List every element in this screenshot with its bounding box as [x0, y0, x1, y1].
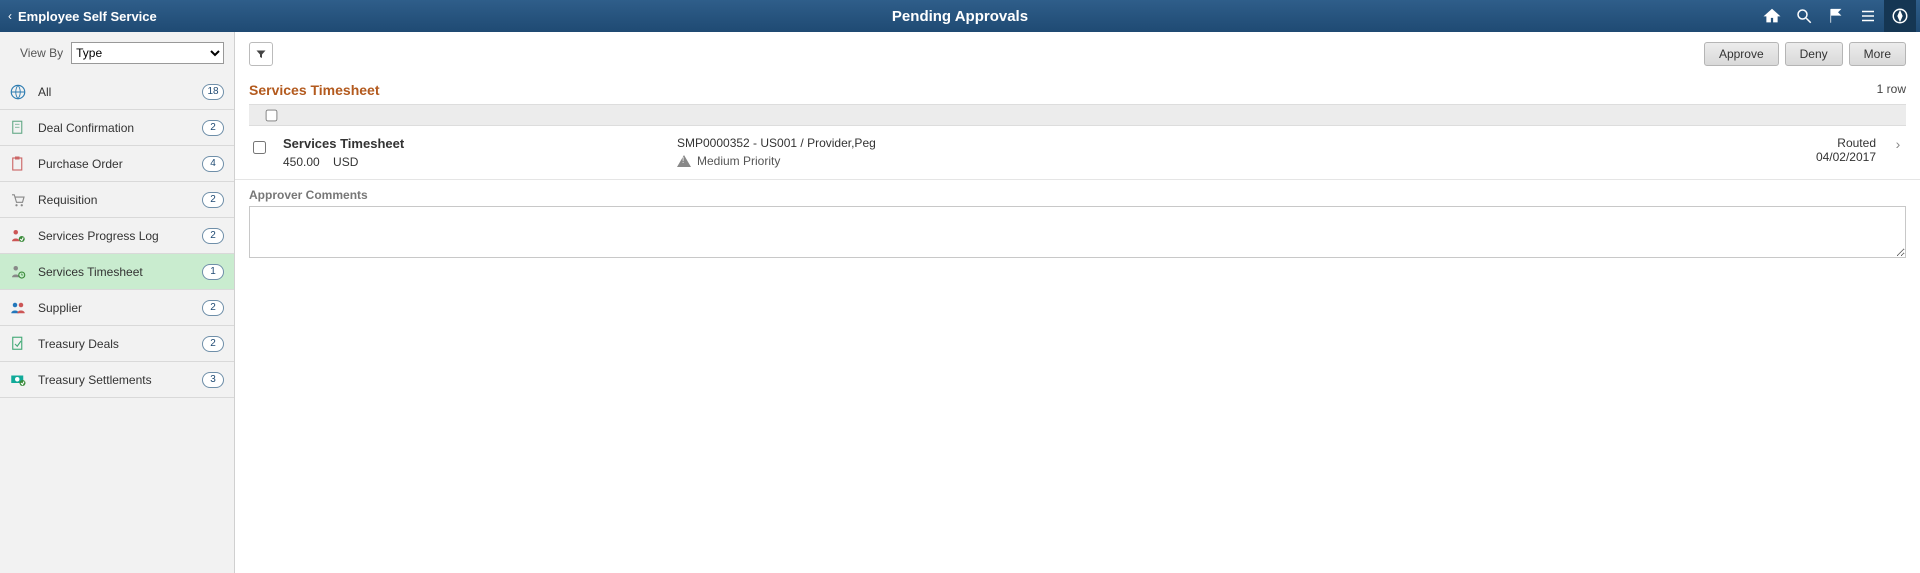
row-checkbox-wrap	[249, 136, 269, 157]
topbar-icons	[1756, 0, 1920, 32]
search-icon[interactable]	[1788, 0, 1820, 32]
sidebar-item-deal-confirmation[interactable]: Deal Confirmation 2	[0, 110, 234, 146]
row-amount: 450.00	[283, 155, 320, 169]
sidebar-item-label: Treasury Settlements	[38, 373, 152, 387]
home-icon[interactable]	[1756, 0, 1788, 32]
sidebar-item-label: Requisition	[38, 193, 97, 207]
sidebar-item-label: Purchase Order	[38, 157, 123, 171]
filter-icon	[255, 48, 267, 60]
main-content: Approve Deny More Services Timesheet 1 r…	[235, 32, 1920, 573]
sidebar-item-treasury-settlements[interactable]: Treasury Settlements 3	[0, 362, 234, 398]
sidebar-item-count: 2	[202, 192, 224, 208]
sidebar-item-supplier[interactable]: Supplier 2	[0, 290, 234, 326]
sidebar-item-count: 3	[202, 372, 224, 388]
chevron-right-icon: ›	[1890, 136, 1906, 152]
sidebar-item-requisition[interactable]: Requisition 2	[0, 182, 234, 218]
action-row: Approve Deny More	[235, 32, 1920, 74]
select-all-row	[249, 104, 1906, 126]
viewby-label: View By	[20, 46, 63, 60]
sidebar-item-label: Services Progress Log	[38, 229, 159, 243]
row-date: 04/02/2017	[1756, 150, 1876, 164]
more-button[interactable]: More	[1849, 42, 1906, 66]
row-amount-line: 450.00 USD	[283, 155, 663, 169]
action-buttons: Approve Deny More	[1704, 42, 1906, 66]
comments-box	[249, 206, 1906, 261]
top-bar: ‹ Employee Self Service Pending Approval…	[0, 0, 1920, 32]
approval-row[interactable]: Services Timesheet 450.00 USD SMP0000352…	[235, 126, 1920, 180]
sidebar-item-label: Deal Confirmation	[38, 121, 134, 135]
row-mid: SMP0000352 - US001 / Provider,Peg Medium…	[677, 136, 1742, 168]
sidebar-item-count: 4	[202, 156, 224, 172]
comments-textarea[interactable]	[249, 206, 1906, 258]
row-priority-label: Medium Priority	[697, 154, 780, 168]
row-count: 1 row	[1877, 82, 1920, 96]
row-right: Routed 04/02/2017	[1756, 136, 1876, 164]
warning-icon	[677, 155, 691, 167]
chevron-left-icon: ‹	[8, 9, 12, 23]
money-check-icon	[8, 370, 28, 390]
row-checkbox[interactable]	[253, 141, 266, 154]
document-check-icon	[8, 334, 28, 354]
sidebar-item-count: 2	[202, 120, 224, 136]
sidebar-item-services-timesheet[interactable]: Services Timesheet 1	[0, 254, 234, 290]
sidebar-item-all[interactable]: All 18	[0, 74, 234, 110]
cart-icon	[8, 190, 28, 210]
section-title: Services Timesheet	[235, 74, 1920, 98]
select-all-checkbox[interactable]	[266, 109, 278, 121]
back-button[interactable]: ‹ Employee Self Service	[0, 0, 169, 32]
page-title: Pending Approvals	[892, 8, 1028, 25]
sidebar-item-label: Supplier	[38, 301, 82, 315]
sidebar-item-count: 2	[202, 228, 224, 244]
person-check-icon	[8, 226, 28, 246]
row-status: Routed	[1756, 136, 1876, 150]
sidebar-item-purchase-order[interactable]: Purchase Order 4	[0, 146, 234, 182]
clipboard-icon	[8, 154, 28, 174]
sidebar-item-count: 2	[202, 336, 224, 352]
sidebar-item-label: All	[38, 85, 51, 99]
row-name: Services Timesheet	[283, 136, 663, 151]
row-reference: SMP0000352 - US001 / Provider,Peg	[677, 136, 1742, 150]
back-label: Employee Self Service	[18, 9, 157, 24]
sidebar-item-label: Services Timesheet	[38, 265, 143, 279]
row-currency: USD	[323, 155, 358, 169]
viewby-select[interactable]: Type	[71, 42, 224, 64]
sidebar-item-services-progress-log[interactable]: Services Progress Log 2	[0, 218, 234, 254]
approve-button[interactable]: Approve	[1704, 42, 1779, 66]
comments-label: Approver Comments	[235, 180, 1920, 206]
sidebar-item-treasury-deals[interactable]: Treasury Deals 2	[0, 326, 234, 362]
globe-icon	[8, 82, 28, 102]
compass-icon[interactable]	[1884, 0, 1916, 32]
row-priority: Medium Priority	[677, 154, 1742, 168]
sidebar-item-count: 1	[202, 264, 224, 280]
people-icon	[8, 298, 28, 318]
sidebar: View By Type All 18 Deal Confirmation 2 …	[0, 32, 235, 573]
deny-button[interactable]: Deny	[1785, 42, 1843, 66]
sidebar-item-label: Treasury Deals	[38, 337, 119, 351]
flag-icon[interactable]	[1820, 0, 1852, 32]
viewby-row: View By Type	[0, 32, 234, 74]
person-clock-icon	[8, 262, 28, 282]
row-left: Services Timesheet 450.00 USD	[283, 136, 663, 169]
menu-icon[interactable]	[1852, 0, 1884, 32]
document-icon	[8, 118, 28, 138]
sidebar-item-count: 18	[202, 84, 224, 100]
filter-button[interactable]	[249, 42, 273, 66]
sidebar-item-count: 2	[202, 300, 224, 316]
